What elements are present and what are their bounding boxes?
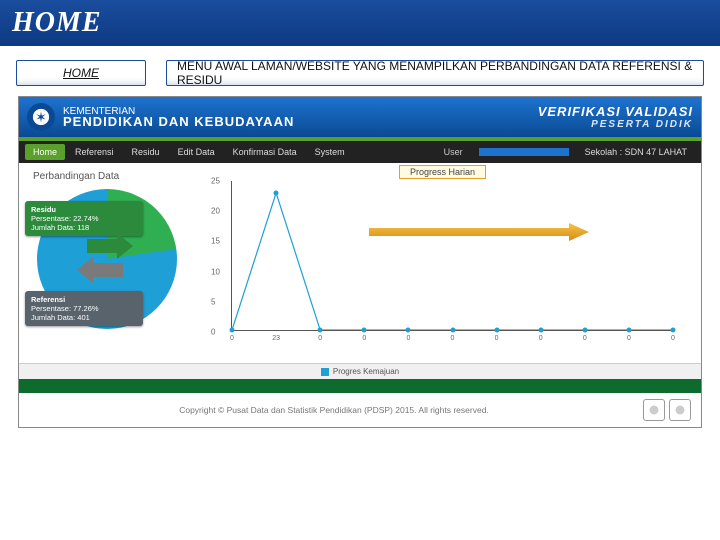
caption-home-button[interactable]: HOME (16, 60, 146, 86)
x-label: 0 (406, 335, 410, 342)
data-point (318, 328, 323, 333)
data-point (274, 190, 279, 195)
legend-label: Progres Kemajuan (333, 367, 399, 376)
main-menu: HomeReferensiResiduEdit DataKonfirmasi D… (19, 141, 701, 163)
x-label: 0 (230, 335, 234, 342)
chart-title-badge: Progress Harian (399, 165, 486, 179)
x-label: 0 (539, 335, 543, 342)
verif-title: VERIFIKASI VALIDASI PESERTA DIDIK (538, 104, 693, 130)
badge-ref-jml: Jumlah Data: 401 (31, 313, 90, 322)
badge-residu-pct: Persentase: 22.74% (31, 214, 99, 223)
badge-ref-pct: Persentase: 77.26% (31, 304, 99, 313)
data-point (362, 328, 367, 333)
app-body: Perbandingan Data Residu Persentase: 22.… (19, 163, 701, 363)
x-label: 0 (318, 335, 322, 342)
y-tick: 20 (211, 207, 220, 216)
x-label: 0 (495, 335, 499, 342)
x-label: 0 (627, 335, 631, 342)
menu-user-bar (479, 148, 569, 156)
menu-item-konfirmasi-data[interactable]: Konfirmasi Data (225, 144, 305, 160)
app-header: ✶ KEMENTERIAN PENDIDIKAN DAN KEBUDAYAAN … (19, 97, 701, 137)
slide-title: HOME (12, 7, 102, 39)
data-point (230, 328, 235, 333)
arrow-orange-icon (369, 223, 589, 241)
arrow-gray-icon (77, 257, 123, 283)
data-point (494, 328, 499, 333)
ministry-name: KEMENTERIAN PENDIDIKAN DAN KEBUDAYAAN (63, 107, 294, 127)
ministry-big: PENDIDIKAN DAN KEBUDAYAAN (63, 117, 294, 127)
verif-line1: VERIFIKASI VALIDASI (538, 104, 693, 119)
badge-referensi: Referensi Persentase: 77.26% Jumlah Data… (25, 291, 143, 326)
x-label: 0 (451, 335, 455, 342)
badge-residu-jml: Jumlah Data: 118 (31, 223, 89, 232)
footer-seal-icon (643, 399, 665, 421)
y-tick: 25 (211, 177, 220, 186)
slide-title-band: HOME (0, 0, 720, 46)
badge-ref-title: Referensi (31, 295, 65, 304)
left-panel-title: Perbandingan Data (19, 163, 199, 182)
footer-seal-icon (669, 399, 691, 421)
left-panel: Perbandingan Data Residu Persentase: 22.… (19, 163, 199, 363)
x-label: 23 (272, 335, 280, 342)
x-label: 0 (583, 335, 587, 342)
y-tick: 10 (211, 267, 220, 276)
data-point (538, 328, 543, 333)
caption-description: MENU AWAL LAMAN/WEBSITE YANG MENAMPILKAN… (166, 60, 704, 86)
badge-residu: Residu Persentase: 22.74% Jumlah Data: 1… (25, 201, 143, 236)
data-point (450, 328, 455, 333)
x-label: 0 (671, 335, 675, 342)
menu-item-edit-data[interactable]: Edit Data (170, 144, 223, 160)
chart-legend: Progres Kemajuan (19, 363, 701, 379)
badge-residu-title: Residu (31, 205, 56, 214)
app-window: ✶ KEMENTERIAN PENDIDIKAN DAN KEBUDAYAAN … (18, 96, 702, 428)
data-point (406, 328, 411, 333)
x-label: 0 (362, 335, 366, 342)
footer: Copyright © Pusat Data dan Statistik Pen… (19, 393, 701, 427)
y-tick: 15 (211, 237, 220, 246)
menu-school: Sekolah : SDN 47 LAHAT (577, 144, 695, 160)
menu-user-label: User (436, 144, 471, 160)
ministry-logo-icon: ✶ (27, 103, 55, 131)
chart-line (232, 181, 673, 330)
data-point (671, 328, 676, 333)
menu-item-system[interactable]: System (307, 144, 353, 160)
menu-item-home[interactable]: Home (25, 144, 65, 160)
arrow-green-icon (87, 233, 133, 259)
footer-green-bar (19, 379, 701, 393)
legend-swatch-icon (321, 368, 329, 376)
caption-row: HOME MENU AWAL LAMAN/WEBSITE YANG MENAMP… (0, 46, 720, 96)
verif-line2: PESERTA DIDIK (538, 119, 693, 130)
chart-plot-area: 023000000000 (231, 181, 673, 331)
menu-item-referensi[interactable]: Referensi (67, 144, 122, 160)
footer-copyright: Copyright © Pusat Data dan Statistik Pen… (29, 405, 639, 415)
data-point (626, 328, 631, 333)
right-panel: Progress Harian 023000000000 0510152025 (199, 163, 701, 363)
menu-item-residu[interactable]: Residu (124, 144, 168, 160)
y-tick: 0 (211, 327, 215, 336)
line-chart: 023000000000 0510152025 (211, 181, 673, 345)
data-point (582, 328, 587, 333)
y-tick: 5 (211, 297, 215, 306)
